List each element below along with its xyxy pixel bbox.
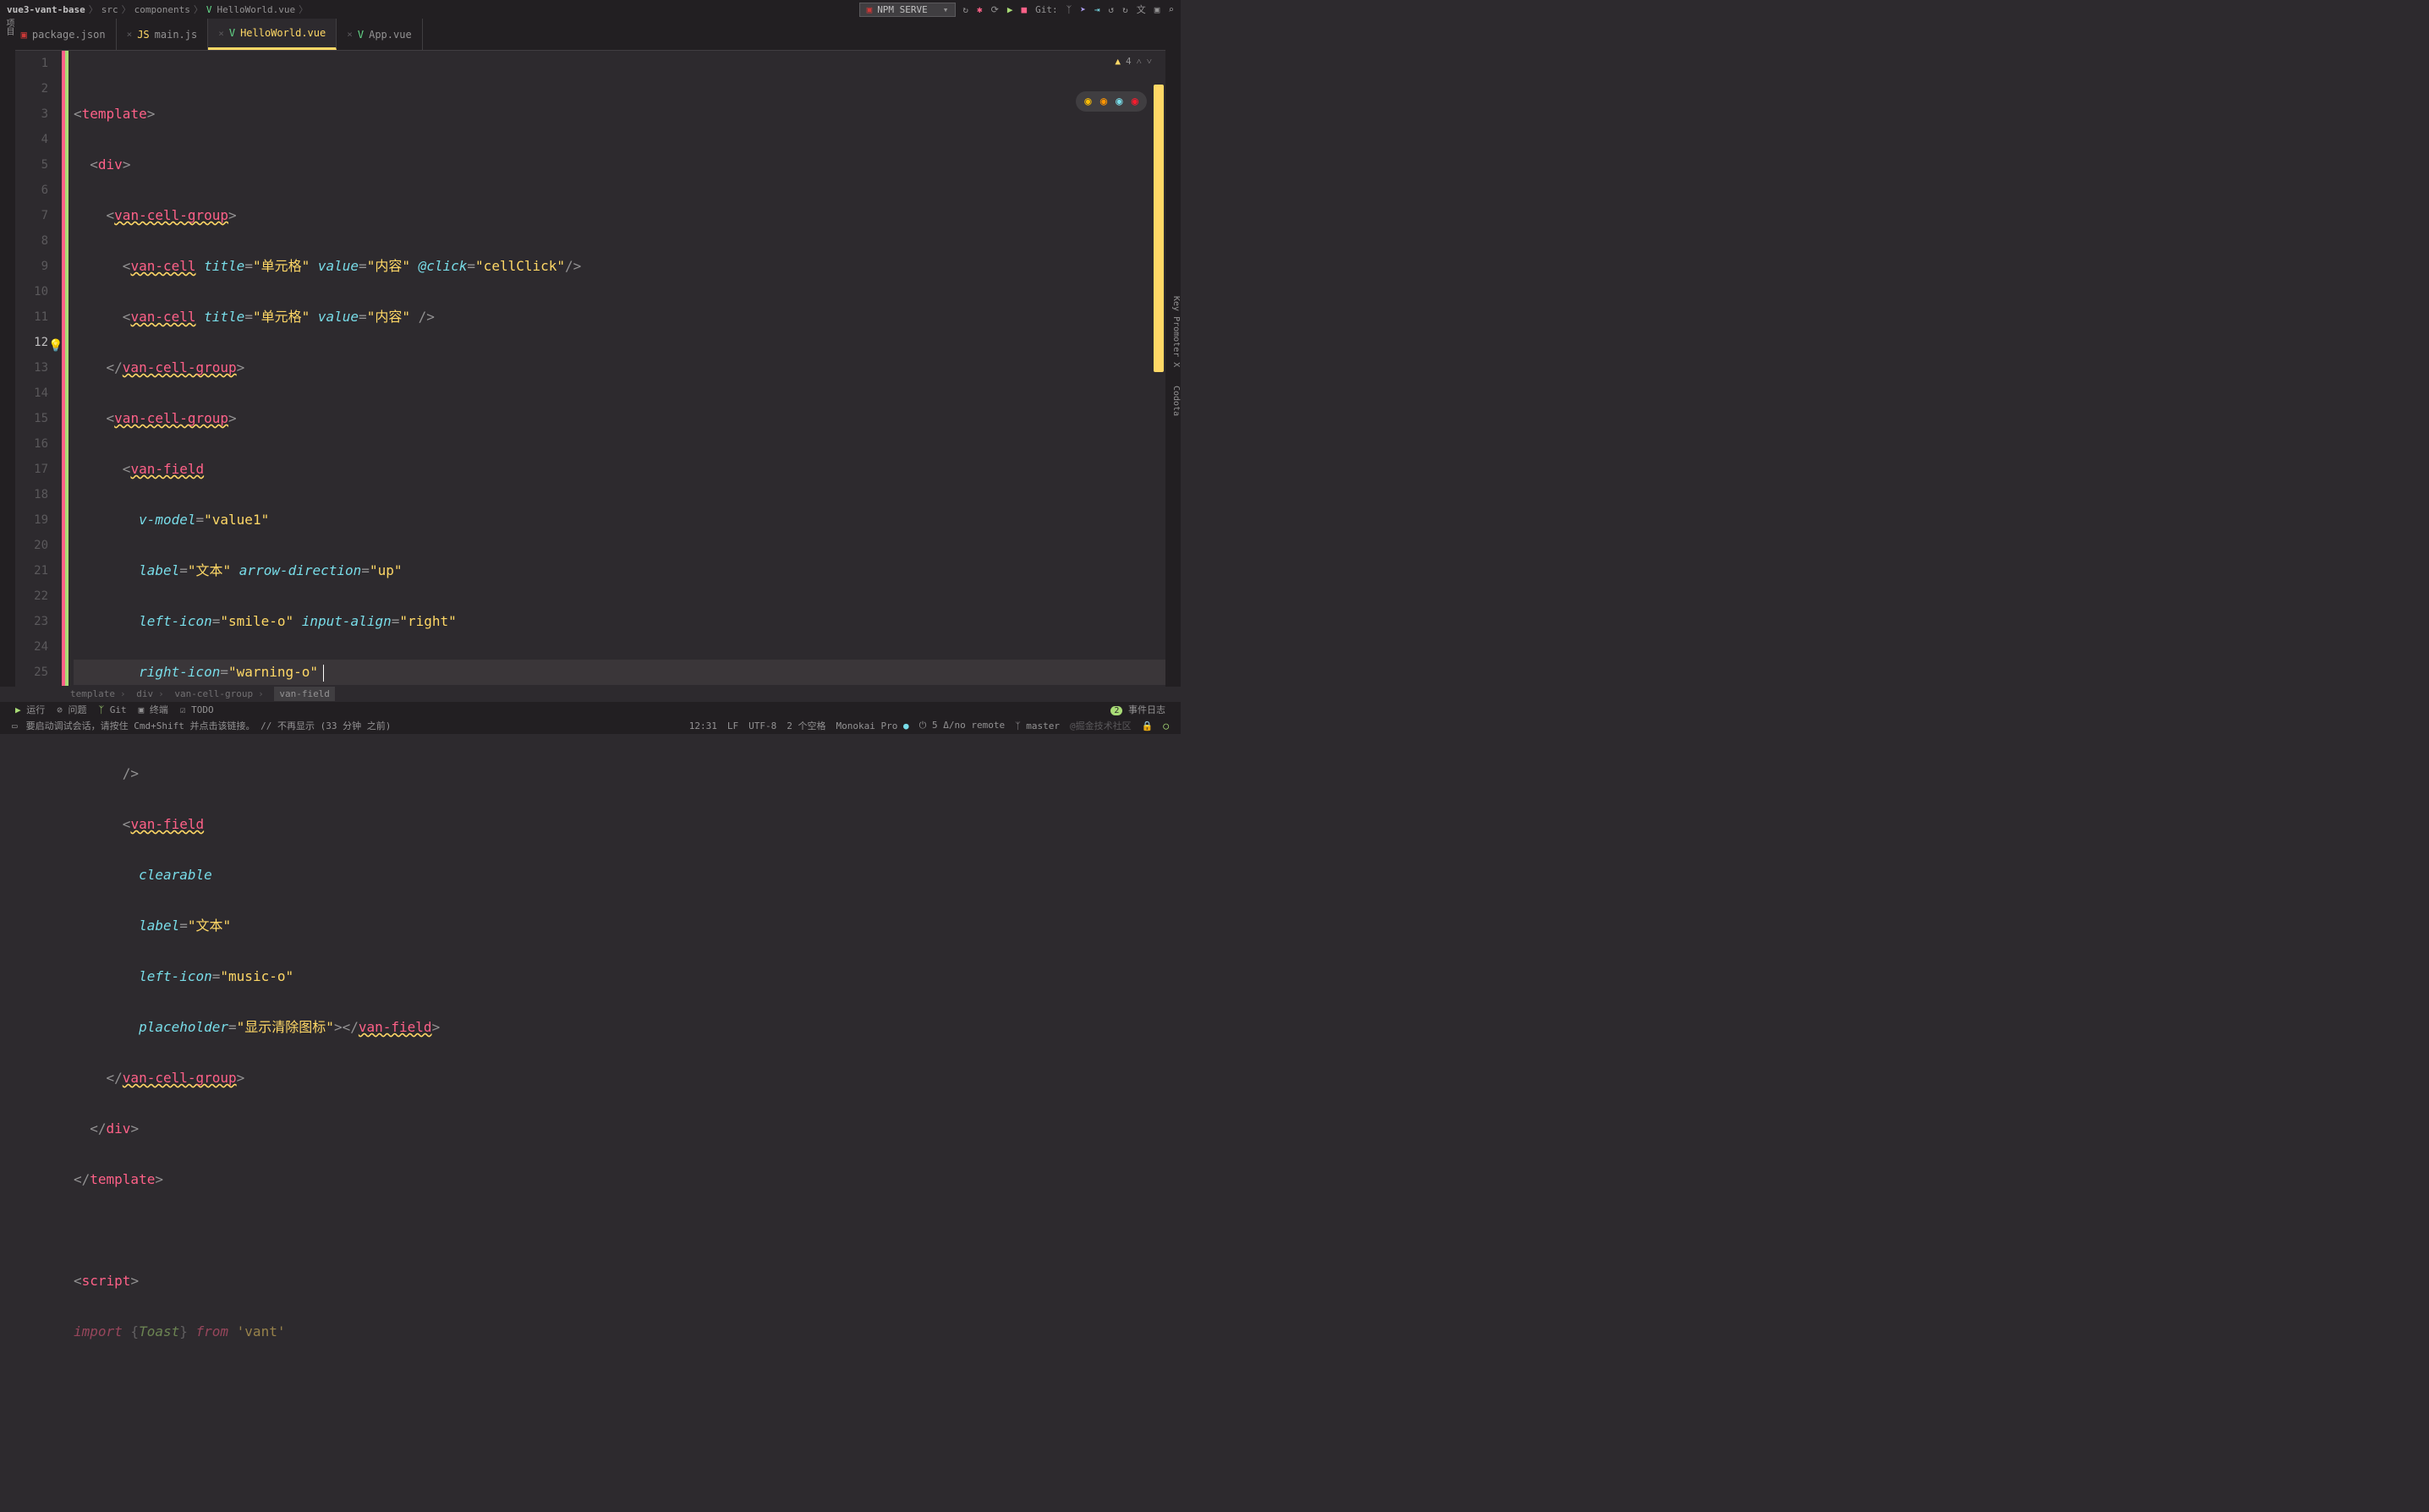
tool-codota[interactable]: Codota — [1171, 386, 1181, 416]
vue-icon: V — [358, 29, 364, 41]
file-encoding[interactable]: UTF-8 — [748, 720, 776, 731]
js-icon: JS — [137, 29, 149, 41]
breadcrumb-project[interactable]: vue3-vant-base — [7, 4, 85, 15]
line-number-gutter: 1 2 3 4 5 6 7 8 9 10 11 12 13 14 15 16 1… — [15, 51, 62, 687]
left-tool-project[interactable]: 项目 — [4, 19, 14, 36]
breadcrumb[interactable]: vue3-vant-base 〉 src 〉 components 〉 V He… — [7, 3, 308, 16]
tab-package-json[interactable]: × ▣ package.json — [0, 19, 117, 50]
git-tool[interactable]: ᛉ Git — [99, 704, 127, 715]
run-tool[interactable]: ▶ 运行 — [15, 703, 45, 716]
editor-tabs: × ▣ package.json × JS main.js × V HelloW… — [0, 19, 1181, 51]
stop-icon[interactable]: ■ — [1022, 4, 1028, 15]
breadcrumb-part[interactable]: src — [101, 4, 118, 15]
breadcrumb-part[interactable]: components — [134, 4, 190, 15]
todo-tool[interactable]: ☑ TODO — [180, 704, 214, 715]
code-breadcrumb[interactable]: template› div› van-cell-group› van-field — [62, 686, 343, 702]
text-cursor — [323, 665, 324, 682]
tab-label: App.vue — [369, 29, 412, 41]
status-bar: ▭ 要启动调试会话，请按住 Cmd+Shift 并点击该链接。 // 不再显示 … — [0, 717, 1181, 734]
tab-main-js[interactable]: × JS main.js — [117, 19, 209, 50]
chevron-down-icon: ▾ — [943, 4, 949, 15]
left-tool-strip: 项目 — [0, 19, 15, 687]
tab-label: main.js — [155, 29, 198, 41]
navigation-bar: vue3-vant-base 〉 src 〉 components 〉 V He… — [0, 0, 1181, 19]
tab-label: HelloWorld.vue — [240, 27, 326, 39]
close-icon[interactable]: × — [218, 28, 224, 39]
search-icon[interactable]: ⌕ — [1168, 4, 1174, 15]
debug-icon[interactable]: ✱ — [977, 4, 983, 15]
history-icon[interactable]: ↺ — [1109, 4, 1115, 15]
line-separator[interactable]: LF — [727, 720, 738, 731]
power-save[interactable]: ⏻ 5 Δ/no remote — [919, 720, 1005, 731]
change-marker — [62, 51, 69, 687]
npm-icon: ▣ — [867, 4, 873, 15]
terminal-tool[interactable]: ▣ 终端 — [139, 703, 168, 716]
breadcrumb-file[interactable]: HelloWorld.vue — [217, 4, 295, 15]
notification-icon[interactable]: ▭ — [12, 720, 18, 731]
autoscroll-icon[interactable]: ▣ — [1154, 4, 1160, 15]
code-area[interactable]: 💡 <template> <div> <van-cell-group> <van… — [74, 51, 1165, 687]
play-icon[interactable]: ▶ — [1007, 4, 1013, 15]
indicator-icon[interactable]: ◯ — [1163, 720, 1169, 731]
theme-indicator[interactable]: Monokai Pro ● — [836, 720, 909, 731]
tab-app-vue[interactable]: × V App.vue — [337, 19, 422, 50]
git-branch[interactable]: ᛉ master — [1015, 720, 1060, 731]
npm-icon: ▣ — [21, 29, 27, 41]
close-icon[interactable]: × — [127, 29, 133, 40]
vue-icon: V — [206, 4, 212, 15]
watermark: @掘金技术社区 — [1070, 719, 1132, 732]
commit-icon[interactable]: ➤ — [1080, 4, 1086, 15]
run-configuration-dropdown[interactable]: ▣ NPM SERVE ▾ — [859, 3, 957, 17]
indent-setting[interactable]: 2 个空格 — [787, 719, 825, 732]
status-message[interactable]: 要启动调试会话，请按住 Cmd+Shift 并点击该链接。 // 不再显示 (3… — [26, 719, 392, 732]
tab-helloworld-vue[interactable]: × V HelloWorld.vue — [208, 19, 337, 50]
event-log-tool[interactable]: 2 事件日志 — [1110, 703, 1165, 716]
close-icon[interactable]: × — [347, 29, 353, 40]
tab-label: package.json — [32, 29, 106, 41]
rerun-icon[interactable]: ↻ — [962, 4, 968, 15]
translate-icon[interactable]: 文 — [1137, 3, 1146, 16]
right-tool-strip: Key Promoter X Codota — [1165, 19, 1181, 687]
vue-icon: V — [229, 27, 235, 39]
problems-tool[interactable]: ⊘ 问题 — [57, 703, 86, 716]
git-label: Git: — [1035, 4, 1058, 15]
coverage-icon[interactable]: ⟳ — [991, 4, 999, 15]
rollback-icon[interactable]: ↻ — [1122, 4, 1128, 15]
lock-icon[interactable]: 🔒 — [1142, 720, 1154, 731]
editor[interactable]: 1 2 3 4 5 6 7 8 9 10 11 12 13 14 15 16 1… — [15, 51, 1165, 687]
tool-keypromoter[interactable]: Key Promoter X — [1171, 296, 1181, 367]
caret-position[interactable]: 12:31 — [689, 720, 717, 731]
push-icon[interactable]: ⇥ — [1094, 4, 1100, 15]
tool-window-bar: ▶ 运行 ⊘ 问题 ᛉ Git ▣ 终端 ☑ TODO 2 事件日志 — [0, 702, 1181, 717]
intention-bulb-icon[interactable]: 💡 — [48, 333, 63, 359]
branch-icon[interactable]: ᛉ — [1066, 4, 1072, 15]
